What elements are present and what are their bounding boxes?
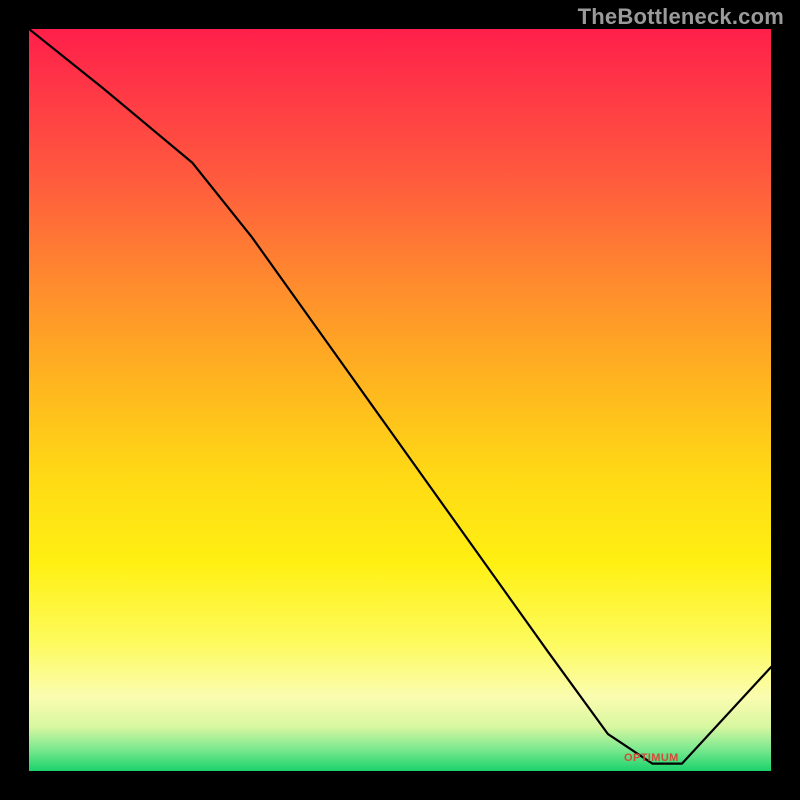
plot-gradient-bg — [29, 29, 771, 771]
watermark-text: TheBottleneck.com — [578, 4, 784, 30]
plot-frame: OPTIMUM — [29, 29, 771, 771]
chart-root: { "watermark": "TheBottleneck.com", "reg… — [0, 0, 800, 800]
optimum-region-label: OPTIMUM — [624, 752, 679, 764]
